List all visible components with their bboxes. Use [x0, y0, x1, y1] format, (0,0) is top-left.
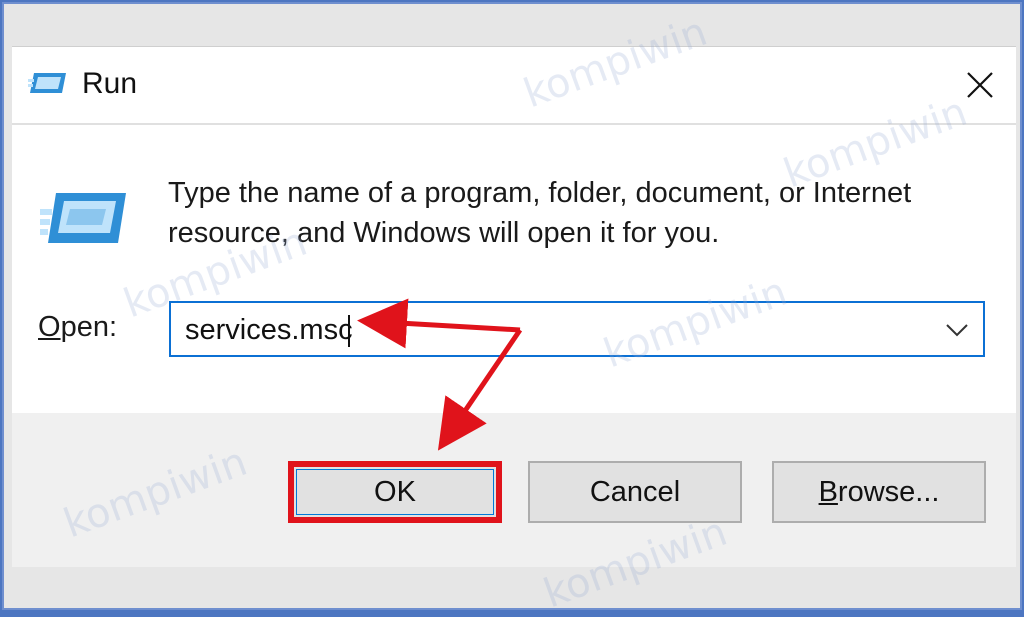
open-label-text: pen:: [60, 311, 118, 343]
background-strip-bottom: [4, 570, 1020, 608]
run-app-icon: [28, 69, 68, 102]
browse-button-label: Browse...: [819, 476, 940, 509]
title-bar: Run: [12, 47, 1016, 125]
background-strip: [4, 4, 1020, 44]
open-label-accesskey: O: [38, 311, 61, 343]
ok-button[interactable]: OK: [288, 461, 502, 523]
run-large-icon: [40, 187, 130, 256]
close-icon: [967, 72, 993, 98]
browse-label-rest: rowse...: [837, 475, 940, 508]
instruction-line-1: Type the name of a program, folder, docu…: [168, 177, 912, 209]
combobox-dropdown-button[interactable]: [939, 313, 975, 347]
chevron-down-icon: [946, 324, 968, 337]
browse-button[interactable]: Browse...: [772, 461, 986, 523]
text-caret: [348, 315, 350, 347]
focus-rect: [296, 469, 494, 515]
cancel-button-label: Cancel: [589, 475, 681, 508]
browse-accesskey: B: [818, 475, 838, 508]
open-input[interactable]: services.msc: [185, 314, 353, 347]
open-label: Open:: [38, 311, 117, 344]
window-title: Run: [82, 67, 138, 100]
open-combobox[interactable]: services.msc: [169, 301, 985, 357]
